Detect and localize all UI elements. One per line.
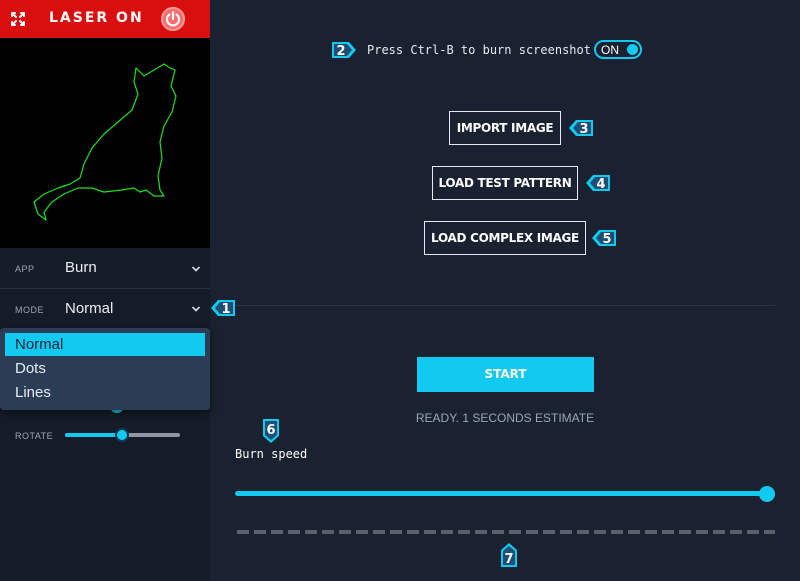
badge-5-label: 5 bbox=[602, 232, 611, 247]
badge-7: 7 bbox=[501, 543, 517, 567]
rotate-slider-fill bbox=[65, 433, 122, 437]
burn-speed-slider-track[interactable] bbox=[235, 491, 768, 496]
badge-4: 4 bbox=[586, 175, 610, 192]
mode-option-dots[interactable]: Dots bbox=[5, 357, 205, 380]
mode-option-normal[interactable]: Normal bbox=[5, 333, 205, 356]
load-test-pattern-button[interactable]: LOAD TEST PATTERN bbox=[432, 166, 578, 200]
badge-7-label: 7 bbox=[504, 552, 513, 567]
divider bbox=[0, 288, 210, 289]
dashed-divider bbox=[237, 530, 775, 534]
toggle-label: ON bbox=[601, 43, 619, 57]
rotate-slider-knob[interactable] bbox=[115, 428, 129, 442]
power-button[interactable] bbox=[161, 7, 185, 31]
laser-preview bbox=[0, 38, 210, 248]
section-divider bbox=[222, 305, 775, 306]
app-label: APP bbox=[15, 264, 35, 274]
status-text: READY. 1 SECONDS ESTIMATE bbox=[415, 411, 595, 425]
chevron-down-icon[interactable] bbox=[191, 304, 201, 314]
badge-4-label: 4 bbox=[596, 177, 605, 192]
badge-3: 3 bbox=[569, 120, 593, 137]
burn-shortcut-hint: Press Ctrl-B to burn screenshot bbox=[367, 43, 591, 57]
badge-1: 1 bbox=[211, 300, 235, 317]
badge-1-label: 1 bbox=[221, 302, 230, 317]
badge-6-label: 6 bbox=[266, 423, 275, 438]
toggle-knob[interactable] bbox=[627, 44, 638, 55]
badge-2-label: 2 bbox=[336, 44, 345, 59]
expand-arrows-icon[interactable] bbox=[10, 11, 26, 27]
laser-status-title: LASER ON bbox=[49, 10, 144, 26]
burn-speed-label: Burn speed bbox=[235, 447, 308, 461]
badge-2: 2 bbox=[332, 42, 356, 59]
badge-3-label: 3 bbox=[579, 122, 588, 137]
mode-label: MODE bbox=[15, 305, 44, 315]
mode-option-lines[interactable]: Lines bbox=[5, 381, 205, 404]
power-icon bbox=[165, 10, 181, 27]
rotate-label: ROTATE bbox=[15, 431, 54, 441]
burn-speed-slider-knob[interactable] bbox=[759, 486, 775, 502]
badge-6: 6 bbox=[263, 419, 279, 443]
cat-outline-image bbox=[33, 63, 177, 221]
mode-dropdown-menu: Normal Dots Lines bbox=[0, 328, 210, 410]
chevron-down-icon[interactable] bbox=[191, 264, 201, 274]
start-button[interactable]: START bbox=[417, 357, 594, 392]
badge-5: 5 bbox=[592, 230, 616, 247]
app-select-value[interactable]: Burn bbox=[65, 259, 97, 276]
load-complex-image-button[interactable]: LOAD COMPLEX IMAGE bbox=[424, 221, 586, 255]
mode-select-value[interactable]: Normal bbox=[65, 300, 113, 317]
import-image-button[interactable]: IMPORT IMAGE bbox=[449, 111, 561, 145]
